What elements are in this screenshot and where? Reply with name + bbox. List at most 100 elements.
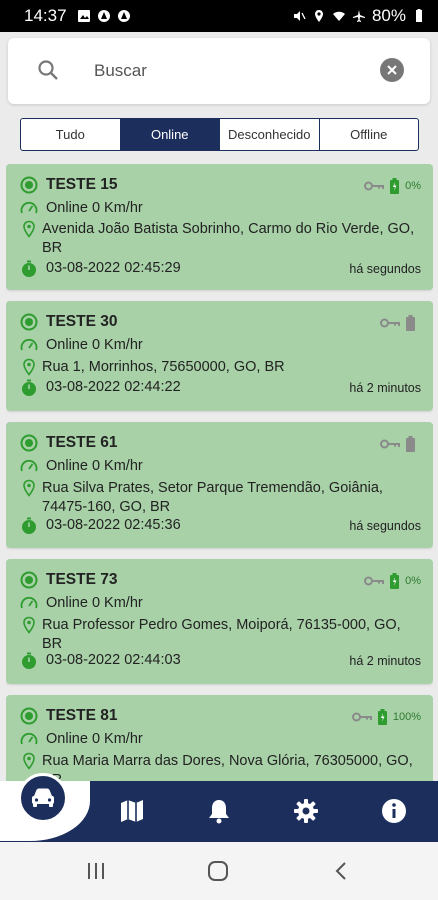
timer-icon: [22, 517, 36, 534]
battery-icon: [416, 9, 422, 22]
app-notification-icon: [97, 10, 110, 22]
vehicle-name: TESTE 30: [46, 313, 118, 330]
online-status-icon: [20, 707, 38, 725]
airplane-icon: [352, 10, 365, 22]
vehicle-indicators: [380, 436, 421, 452]
nav-map[interactable]: [116, 795, 148, 827]
vehicle-address: Rua Silva Prates, Setor Parque Tremendão…: [42, 480, 383, 515]
battery-level-icon: [377, 709, 387, 725]
location-pin-icon: [23, 358, 35, 376]
timer-icon: [22, 260, 36, 277]
gear-icon: [294, 799, 318, 823]
battery-level-icon: [390, 178, 400, 194]
ignition-key-icon: [364, 181, 385, 191]
online-status-icon: [20, 571, 38, 589]
location-icon: [314, 10, 323, 22]
vehicle-status: Online 0 Km/hr: [46, 337, 143, 353]
home-icon[interactable]: [206, 860, 230, 882]
vehicle-name: TESTE 61: [46, 434, 118, 451]
tab-offline[interactable]: Offline: [320, 119, 419, 150]
online-status-icon: [20, 434, 38, 452]
vehicle-datetime: 03-08-2022 02:44:22: [46, 379, 181, 395]
vehicle-datetime: 03-08-2022 02:44:03: [46, 652, 181, 668]
nav-notifications[interactable]: [203, 795, 235, 827]
wifi-icon: [332, 11, 345, 21]
gallery-icon: [77, 10, 90, 22]
vehicle-card[interactable]: TESTE 61 Online 0 Km/hr Rua Silva Prates, …: [6, 422, 433, 548]
vehicle-status: Online 0 Km/hr: [46, 200, 143, 216]
battery-level-icon: [406, 436, 415, 452]
car-icon: [32, 788, 54, 807]
ignition-key-icon: [364, 576, 385, 586]
vehicle-indicators: 0%: [364, 178, 421, 194]
clear-search-button[interactable]: [380, 58, 404, 82]
vehicle-status: Online 0 Km/hr: [46, 595, 143, 611]
speedometer-icon: [20, 201, 38, 214]
speedometer-icon: [20, 732, 38, 745]
vehicle-indicators: [380, 315, 421, 331]
mute-icon: [293, 11, 306, 21]
nav-settings[interactable]: [290, 795, 322, 827]
online-status-icon: [20, 176, 38, 194]
system-icons: 80%: [292, 6, 426, 26]
vehicle-name: TESTE 81: [46, 707, 118, 724]
online-status-icon: [20, 313, 38, 331]
speedometer-icon: [20, 596, 38, 609]
nav-info[interactable]: [378, 795, 410, 827]
vehicle-address: Rua Professor Pedro Gomes, Moiporá, 7613…: [42, 617, 401, 652]
battery-level-icon: [406, 315, 415, 331]
vehicle-address: Rua 1, Morrinhos, 75650000, GO, BR: [42, 359, 285, 375]
search-icon: [38, 60, 58, 80]
battery-level-icon: [390, 573, 400, 589]
vehicle-list: TESTE 15 0% Online 0 Km/hr Avenida João Bat…: [6, 164, 433, 842]
vehicle-card[interactable]: TESTE 73 0% Online 0 Km/hr Rua Professor Pe…: [6, 559, 433, 684]
vehicle-name: TESTE 15: [46, 176, 118, 193]
notification-icons: [77, 9, 131, 23]
vehicle-status: Online 0 Km/hr: [46, 458, 143, 474]
vehicle-status: Online 0 Km/hr: [46, 731, 143, 747]
vehicle-datetime: 03-08-2022 02:45:36: [46, 517, 181, 533]
vehicle-last-update: há segundos: [349, 262, 421, 276]
vehicle-last-update: há segundos: [349, 519, 421, 533]
close-icon: [387, 65, 397, 75]
vehicle-datetime: 03-08-2022 02:45:29: [46, 260, 181, 276]
battery-percent-label: 0%: [405, 180, 421, 192]
vehicle-indicators: 0%: [364, 573, 421, 589]
info-icon: [382, 799, 406, 823]
ignition-key-icon: [380, 439, 400, 449]
location-pin-icon: [23, 616, 35, 634]
vehicle-last-update: há 2 minutos: [349, 381, 421, 395]
back-icon[interactable]: [330, 860, 354, 882]
search-bar: [8, 38, 430, 104]
clock: 14:37: [24, 6, 67, 25]
status-bar: 14:37 80%: [0, 0, 438, 32]
speedometer-icon: [20, 459, 38, 472]
nav-vehicles-button[interactable]: [18, 773, 68, 823]
bell-icon: [209, 800, 229, 824]
battery-percent-label: 0%: [405, 575, 421, 587]
vehicle-name: TESTE 73: [46, 571, 118, 588]
tab-online[interactable]: Online: [120, 119, 220, 150]
location-pin-icon: [23, 220, 35, 238]
vehicle-last-update: há 2 minutos: [349, 654, 421, 668]
recents-icon[interactable]: [84, 860, 108, 882]
speedometer-icon: [20, 338, 38, 351]
vehicle-card[interactable]: TESTE 15 0% Online 0 Km/hr Avenida João Bat…: [6, 164, 433, 290]
ignition-key-icon: [351, 712, 372, 722]
timer-icon: [22, 379, 36, 396]
map-icon: [121, 800, 143, 822]
location-pin-icon: [23, 479, 35, 497]
status-filter-tabs: Tudo Online Desconhecido Offline: [20, 118, 419, 151]
vehicle-address: Avenida João Batista Sobrinho, Carmo do …: [42, 221, 415, 256]
ignition-key-icon: [380, 318, 400, 328]
search-input[interactable]: [94, 56, 354, 86]
battery-percent: 80%: [371, 6, 406, 25]
app-notification-icon-2: [117, 10, 130, 22]
battery-percent-label: 100%: [392, 711, 421, 723]
tab-desconhecido[interactable]: Desconhecido: [220, 119, 320, 150]
vehicle-card[interactable]: TESTE 30 Online 0 Km/hr Rua 1, Morrinhos, …: [6, 301, 433, 411]
location-pin-icon: [23, 752, 35, 770]
vehicle-indicators: 100%: [351, 709, 421, 725]
system-navigation-bar: [0, 842, 438, 900]
tab-tudo[interactable]: Tudo: [21, 119, 121, 150]
